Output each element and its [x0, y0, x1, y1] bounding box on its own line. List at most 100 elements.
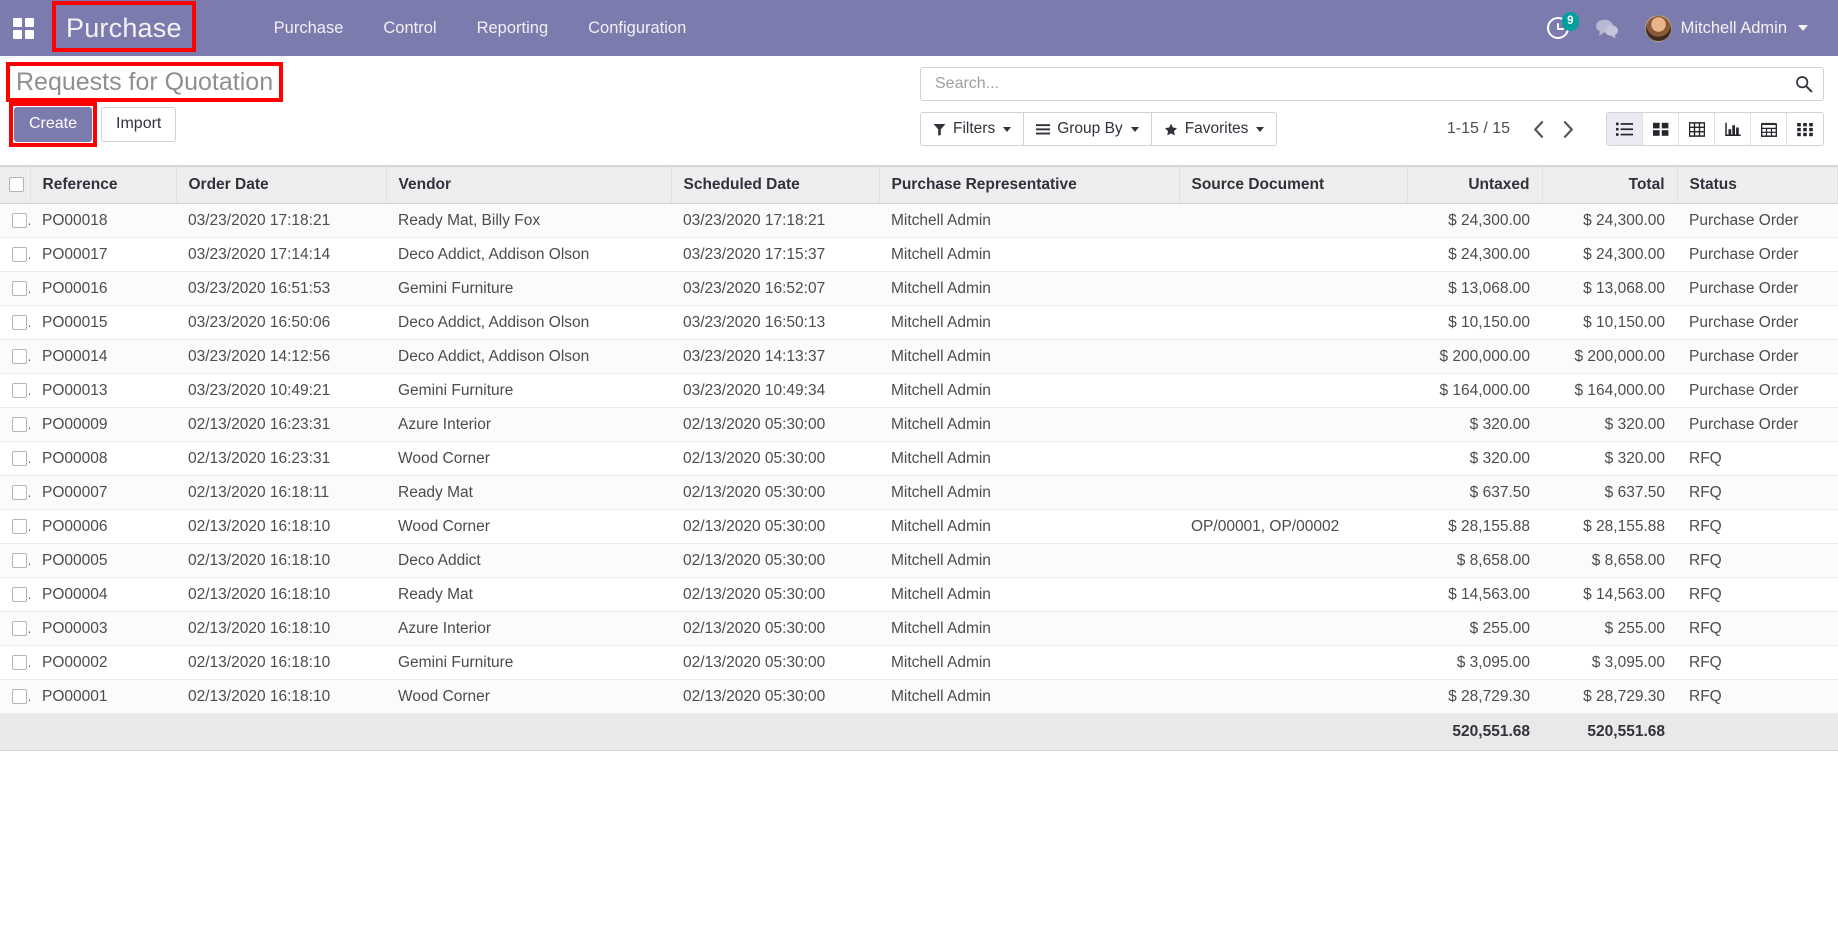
- column-header-source-document[interactable]: Source Document: [1179, 166, 1408, 204]
- row-checkbox[interactable]: [12, 246, 27, 262]
- table-row[interactable]: PO00009 02/13/2020 16:23:31 Azure Interior…: [0, 407, 1838, 442]
- pager: 1-15 / 15: [1447, 112, 1824, 146]
- table-row[interactable]: PO00005 02/13/2020 16:18:10 Deco Addict 02/…: [0, 543, 1838, 578]
- table-row[interactable]: PO00006 02/13/2020 16:18:10 Wood Corner 02/…: [0, 509, 1838, 544]
- table-row[interactable]: PO00007 02/13/2020 16:18:11 Ready Mat 02/13…: [0, 475, 1838, 510]
- cell-reference: PO00003: [30, 611, 176, 646]
- cell-source_document: OP/00001, OP/00002: [1179, 509, 1407, 544]
- cell-order_date: 03/23/2020 16:51:53: [176, 271, 386, 306]
- view-button-list[interactable]: [1607, 113, 1643, 145]
- row-checkbox[interactable]: [12, 212, 27, 228]
- row-checkbox[interactable]: [12, 314, 27, 330]
- apps-menu-button[interactable]: [0, 0, 46, 56]
- group-by-dropdown[interactable]: Group By: [1023, 112, 1152, 146]
- table-row[interactable]: PO00001 02/13/2020 16:18:10 Wood Corner 02/…: [0, 679, 1838, 714]
- filters-label: Filters: [953, 120, 996, 137]
- cell-scheduled_date: 02/13/2020 05:30:00: [671, 543, 879, 578]
- row-checkbox[interactable]: [12, 518, 27, 534]
- cell-reference: PO00018: [30, 203, 176, 238]
- cell-reference: PO00015: [30, 305, 176, 340]
- cell-untaxed: $ 637.50: [1407, 475, 1542, 510]
- table-row[interactable]: PO00013 03/23/2020 10:49:21 Gemini Furnitu…: [0, 373, 1838, 408]
- filters-dropdown[interactable]: Filters: [920, 112, 1025, 146]
- row-select-cell: [0, 271, 30, 306]
- cell-untaxed: $ 8,658.00: [1407, 543, 1542, 578]
- favorites-dropdown[interactable]: Favorites: [1150, 112, 1278, 146]
- footer-vendor-cell: [386, 713, 671, 751]
- cell-untaxed: $ 28,729.30: [1407, 679, 1542, 714]
- cell-untaxed: $ 255.00: [1407, 611, 1542, 646]
- cell-total: $ 255.00: [1542, 611, 1677, 646]
- menu-item-reporting[interactable]: Reporting: [457, 0, 569, 56]
- control-panel-right: Filters Group By Favorit: [920, 56, 1824, 146]
- column-header-status[interactable]: Status: [1677, 166, 1838, 204]
- menu-item-purchase[interactable]: Purchase: [254, 0, 364, 56]
- messaging-menu-button[interactable]: [1595, 18, 1619, 39]
- cell-status: RFQ: [1677, 645, 1838, 680]
- cell-vendor: Deco Addict: [386, 543, 671, 578]
- column-header-scheduled-date[interactable]: Scheduled Date: [671, 166, 880, 204]
- row-checkbox[interactable]: [12, 280, 27, 296]
- view-button-calendar[interactable]: [1751, 113, 1787, 145]
- table-row[interactable]: PO00003 02/13/2020 16:18:10 Azure Interior…: [0, 611, 1838, 646]
- menu-item-configuration[interactable]: Configuration: [568, 0, 706, 56]
- search-magnifier-icon[interactable]: [1795, 75, 1813, 93]
- view-button-pivot[interactable]: [1679, 113, 1715, 145]
- column-header-vendor[interactable]: Vendor: [386, 166, 672, 204]
- row-checkbox[interactable]: [12, 552, 27, 568]
- activity-menu-button[interactable]: 9: [1546, 12, 1580, 39]
- table-row[interactable]: PO00015 03/23/2020 16:50:06 Deco Addict, A…: [0, 305, 1838, 340]
- row-checkbox[interactable]: [12, 348, 27, 364]
- column-header-purchase-representative[interactable]: Purchase Representative: [879, 166, 1180, 204]
- table-row[interactable]: PO00002 02/13/2020 16:18:10 Gemini Furnitu…: [0, 645, 1838, 680]
- table-row[interactable]: PO00016 03/23/2020 16:51:53 Gemini Furnitu…: [0, 271, 1838, 306]
- pager-next-button[interactable]: [1554, 114, 1582, 144]
- row-checkbox[interactable]: [12, 620, 27, 636]
- import-button[interactable]: Import: [101, 107, 177, 143]
- cell-source_document: [1179, 679, 1407, 714]
- view-button-graph[interactable]: [1715, 113, 1751, 145]
- column-header-untaxed[interactable]: Untaxed: [1407, 166, 1543, 204]
- brand-title[interactable]: Purchase: [66, 13, 182, 44]
- view-button-kanban[interactable]: [1643, 113, 1679, 145]
- user-menu-button[interactable]: Mitchell Admin: [1644, 14, 1808, 42]
- row-checkbox[interactable]: [12, 382, 27, 398]
- row-checkbox[interactable]: [12, 450, 27, 466]
- table-row[interactable]: PO00008 02/13/2020 16:23:31 Wood Corner 02/…: [0, 441, 1838, 476]
- menu-item-control[interactable]: Control: [363, 0, 456, 56]
- search-input[interactable]: [933, 74, 1795, 94]
- page-title: Requests for Quotation: [16, 68, 274, 96]
- footer-reference-cell: [30, 713, 176, 751]
- search-bar[interactable]: [920, 67, 1824, 101]
- table-row[interactable]: PO00004 02/13/2020 16:18:10 Ready Mat 02/13…: [0, 577, 1838, 612]
- apps-grid-icon: [12, 17, 34, 39]
- create-button[interactable]: Create: [14, 107, 93, 143]
- row-select-cell: [0, 237, 30, 272]
- cell-purchase_representative: Mitchell Admin: [879, 339, 1179, 374]
- star-icon: [1164, 123, 1177, 135]
- footer-representative-cell: [879, 713, 1179, 751]
- brand-container[interactable]: Purchase: [52, 0, 196, 56]
- cell-total: $ 320.00: [1542, 407, 1677, 442]
- table-row[interactable]: PO00017 03/23/2020 17:14:14 Deco Addict, A…: [0, 237, 1838, 272]
- table-row[interactable]: PO00018 03/23/2020 17:18:21 Ready Mat, Bil…: [0, 203, 1838, 238]
- row-checkbox[interactable]: [12, 688, 27, 704]
- view-button-activity[interactable]: [1787, 113, 1823, 145]
- row-checkbox[interactable]: [12, 416, 27, 432]
- cell-vendor: Gemini Furniture: [386, 271, 671, 306]
- cell-untaxed: $ 200,000.00: [1407, 339, 1542, 374]
- column-header-order-date[interactable]: Order Date: [176, 166, 387, 204]
- table-header: Reference Order Date Vendor Scheduled Da…: [0, 166, 1838, 204]
- table-row[interactable]: PO00014 03/23/2020 14:12:56 Deco Addict, A…: [0, 339, 1838, 374]
- cell-source_document: [1179, 271, 1407, 306]
- row-checkbox[interactable]: [12, 654, 27, 670]
- cell-purchase_representative: Mitchell Admin: [879, 611, 1179, 646]
- select-all-checkbox[interactable]: [9, 177, 24, 193]
- row-checkbox[interactable]: [12, 484, 27, 500]
- column-header-total[interactable]: Total: [1542, 166, 1678, 204]
- pager-previous-button[interactable]: [1524, 114, 1552, 144]
- cell-scheduled_date: 03/23/2020 14:13:37: [671, 339, 879, 374]
- column-header-reference[interactable]: Reference: [30, 166, 177, 204]
- row-checkbox[interactable]: [12, 586, 27, 602]
- cell-untaxed: $ 13,068.00: [1407, 271, 1542, 306]
